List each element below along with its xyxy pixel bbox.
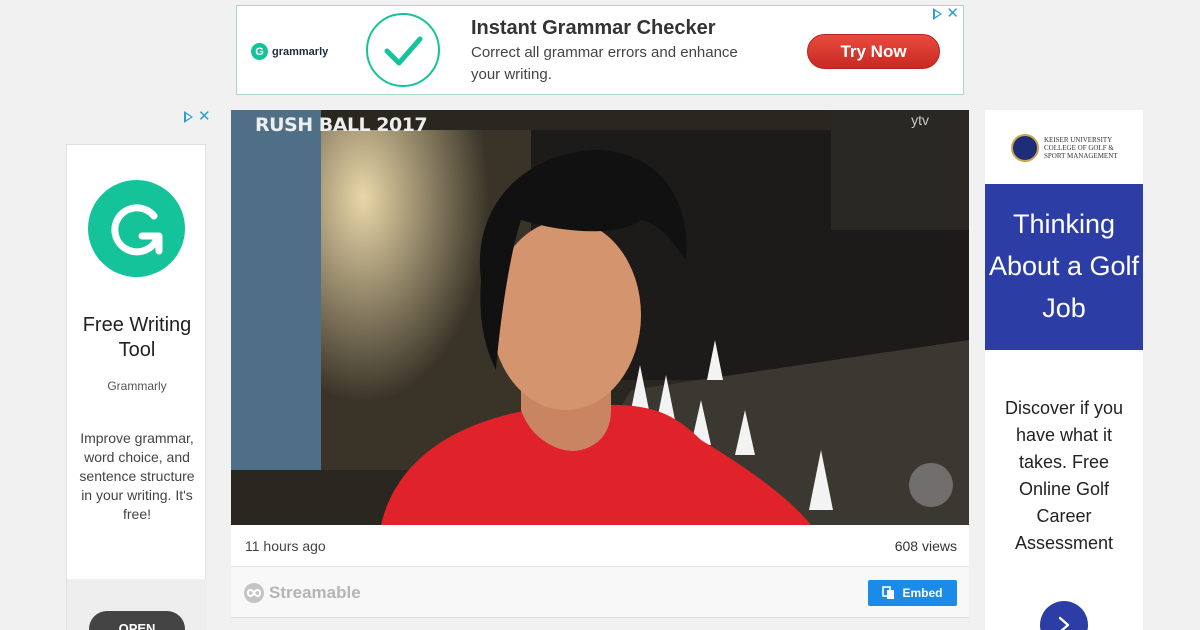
next-arrow-button[interactable] [1040, 601, 1088, 630]
ad-headline: Instant Grammar Checker [471, 17, 716, 39]
top-banner-ad[interactable]: ✕ G grammarly Instant Grammar Checker Co… [236, 5, 964, 95]
embed-label: Embed [902, 586, 943, 600]
ad-title: Free Writing Tool [82, 314, 192, 361]
streamable-icon [244, 583, 264, 603]
view-count: 608 views [894, 538, 957, 554]
checkmark-icon [366, 13, 440, 87]
sponsor-name: KEISER UNIVERSITY COLLEGE OF GOLF & SPOR… [1044, 136, 1118, 160]
left-ad-choices[interactable]: ✕ [184, 109, 211, 124]
ad-description: Improve grammar, word choice, and senten… [79, 430, 195, 522]
streamable-wordmark: Streamable [269, 583, 361, 602]
try-now-button[interactable]: Try Now [807, 34, 940, 69]
streamable-logo[interactable]: Streamable [243, 582, 361, 604]
grammarly-g-icon: G [251, 43, 268, 60]
ad-body: Correct all grammar errors and enhance y… [471, 44, 738, 83]
upload-time: 11 hours ago [245, 538, 326, 554]
video-footer: Streamable Embed [231, 567, 969, 618]
grammarly-g-icon [88, 180, 185, 277]
ad-choices[interactable]: ✕ [933, 6, 959, 21]
ad-headline-panel: Thinking About a Golf Job [985, 184, 1143, 350]
close-ad-icon[interactable]: ✕ [946, 6, 959, 21]
keiser-logo: KEISER UNIVERSITY COLLEGE OF GOLF & SPOR… [1011, 134, 1118, 162]
channel-watermark: ytv [911, 112, 929, 128]
adchoices-icon[interactable] [933, 8, 943, 20]
ad-description: Discover if you have what it takes. Free… [1004, 398, 1124, 553]
video-caption: RUSH BALL 2017 [255, 114, 428, 136]
university-seal-icon [1011, 134, 1039, 162]
open-button[interactable]: OPEN [89, 611, 185, 630]
copy-icon [882, 586, 895, 599]
left-sidebar-ad[interactable]: Free Writing Tool Grammarly Improve gram… [66, 144, 207, 630]
close-ad-icon[interactable]: ✕ [198, 109, 211, 124]
adchoices-icon[interactable] [184, 111, 193, 123]
video-player[interactable]: RUSH BALL 2017 ytv [231, 110, 969, 525]
ad-brand: Grammarly [107, 379, 167, 393]
embed-button[interactable]: Embed [868, 580, 957, 606]
grammarly-logo: G grammarly [251, 43, 328, 60]
ad-footer: OPEN [67, 579, 207, 630]
chevron-right-icon [1058, 616, 1070, 630]
grammarly-wordmark: grammarly [272, 45, 329, 58]
right-sidebar-ad[interactable]: KEISER UNIVERSITY COLLEGE OF GOLF & SPOR… [985, 110, 1143, 630]
video-frame [231, 110, 969, 525]
video-info-bar: 11 hours ago 608 views [231, 525, 969, 567]
